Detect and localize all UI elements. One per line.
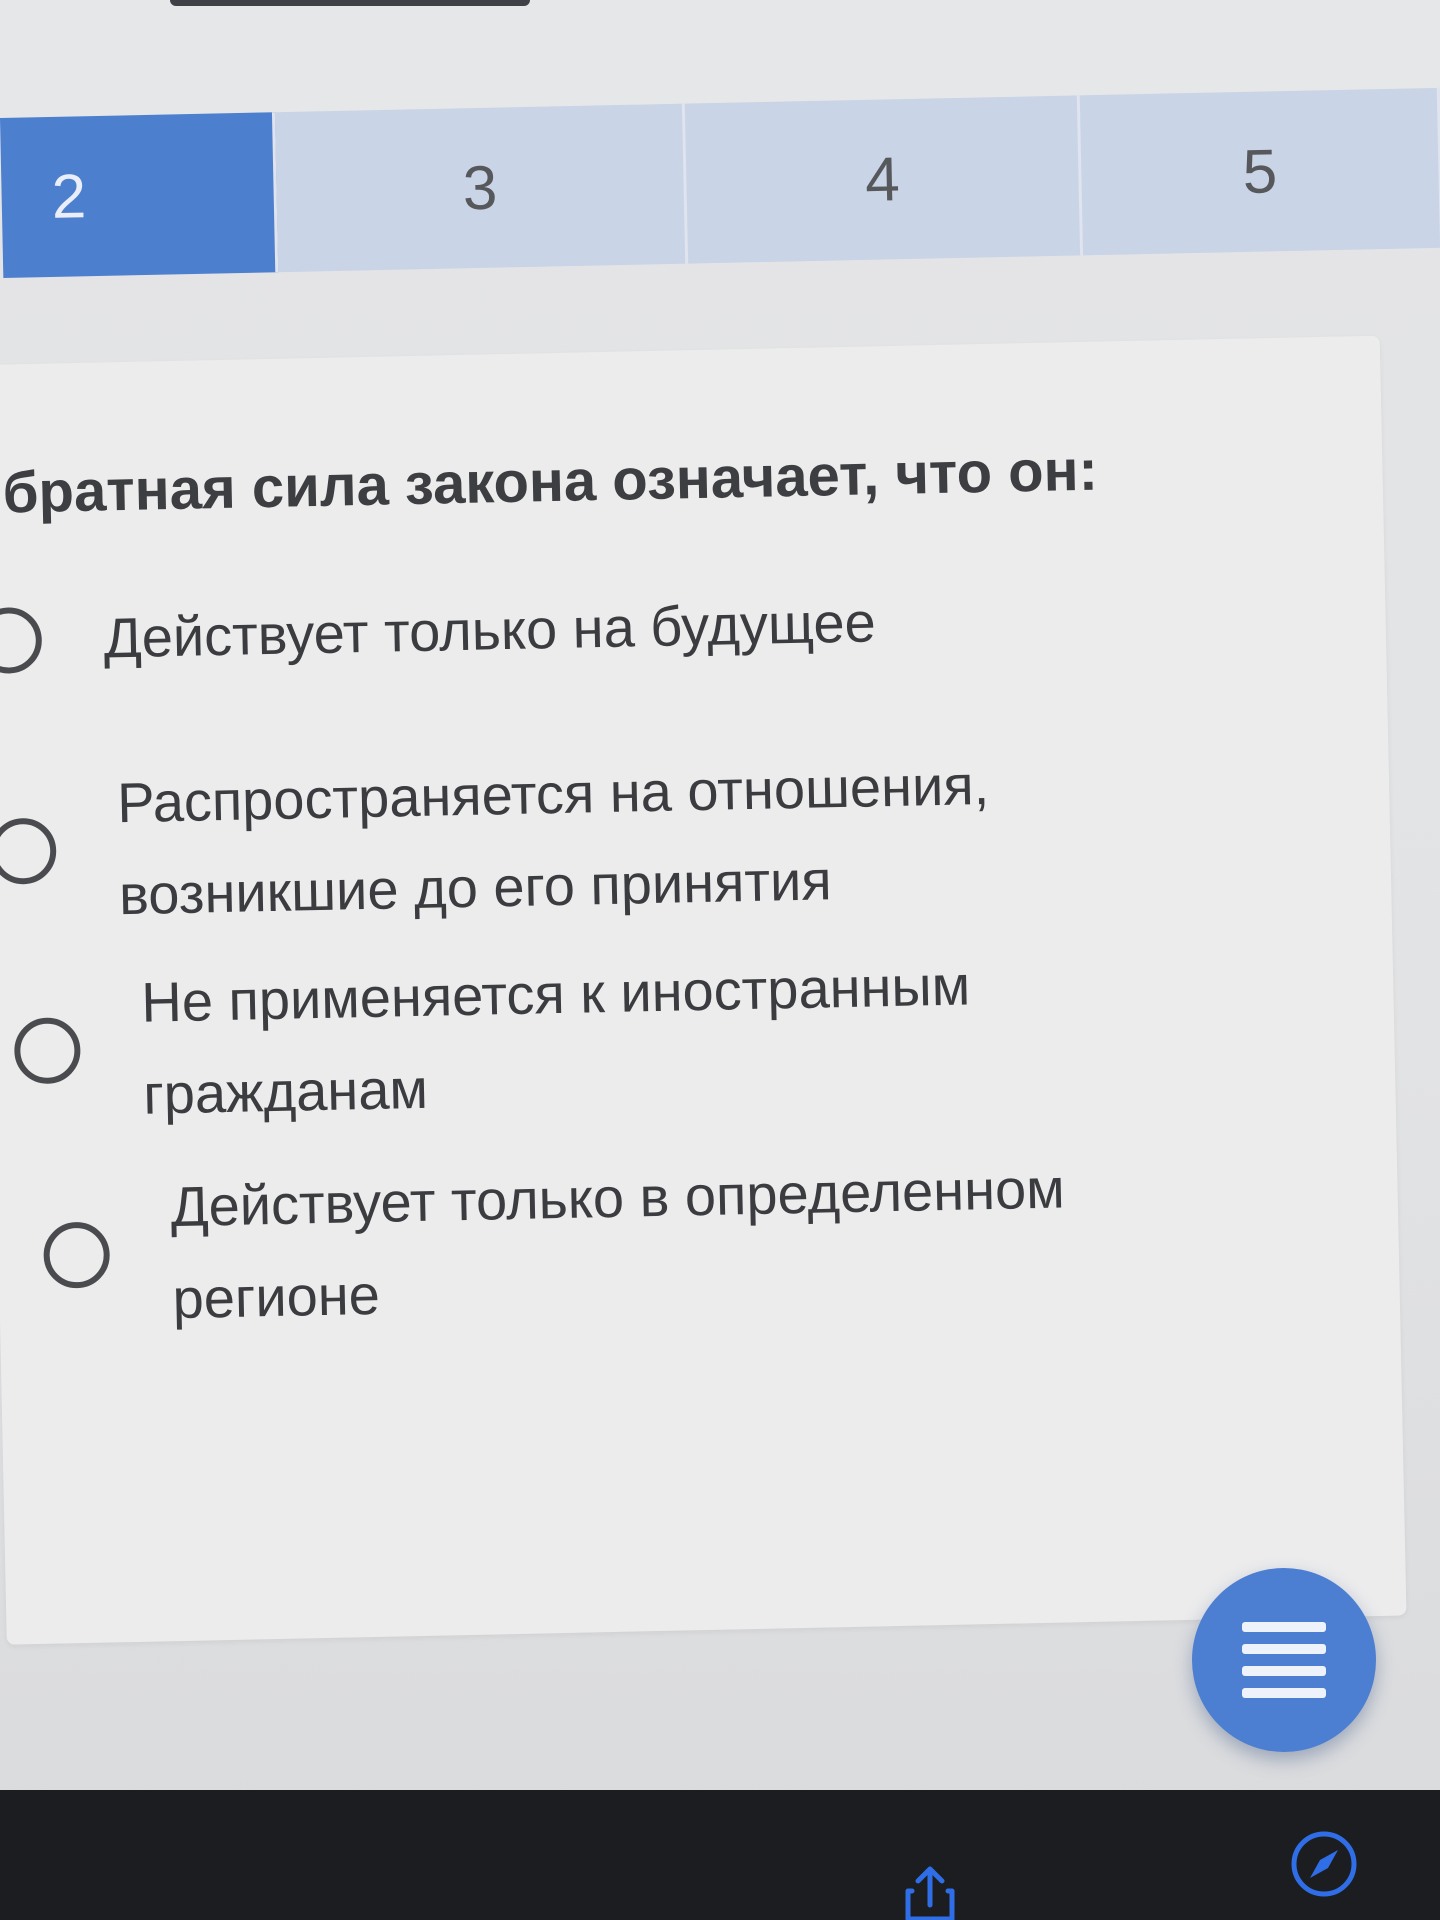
question-tabs: 2 3 4 5 [0, 87, 1440, 278]
tab-question-2[interactable]: 2 [0, 112, 279, 278]
hamburger-menu-icon-bar [1242, 1688, 1326, 1698]
radio-button[interactable] [0, 606, 43, 675]
answer-option-4[interactable]: Действует только в определенном регионе [42, 1141, 1154, 1348]
option-label: Действует только в определенном регионе [170, 1156, 1066, 1331]
hamburger-menu-icon-bar [1242, 1644, 1326, 1654]
option-label: Действует только на будущее [103, 590, 877, 670]
compass-icon[interactable] [1288, 1828, 1360, 1900]
question-title: братная сила закона означает, что он: [2, 437, 1099, 526]
menu-button[interactable] [1192, 1568, 1376, 1752]
radio-button[interactable] [13, 1017, 82, 1085]
share-icon[interactable] [900, 1865, 960, 1920]
top-edge [170, 0, 530, 6]
radio-button[interactable] [0, 817, 57, 885]
question-card: братная сила закона означает, что он: Де… [0, 335, 1407, 1645]
option-label: Распространяется на отношения, возникшие… [116, 752, 990, 927]
tab-question-3[interactable]: 3 [274, 103, 689, 273]
hamburger-menu-icon [1242, 1622, 1326, 1632]
tab-question-4[interactable]: 4 [684, 95, 1084, 264]
answer-option-1[interactable]: Действует только на будущее [0, 572, 1085, 687]
option-label: Не применяется к иностранным гражданам [140, 953, 971, 1126]
answer-option-3[interactable]: Не применяется к иностранным гражданам [12, 936, 1124, 1143]
radio-button[interactable] [42, 1221, 111, 1289]
tab-question-5[interactable]: 5 [1079, 87, 1440, 256]
browser-toolbar [0, 1790, 1440, 1920]
hamburger-menu-icon-bar [1242, 1666, 1326, 1676]
answer-option-2[interactable]: Распространяется на отношения, возникшие… [0, 737, 1100, 944]
